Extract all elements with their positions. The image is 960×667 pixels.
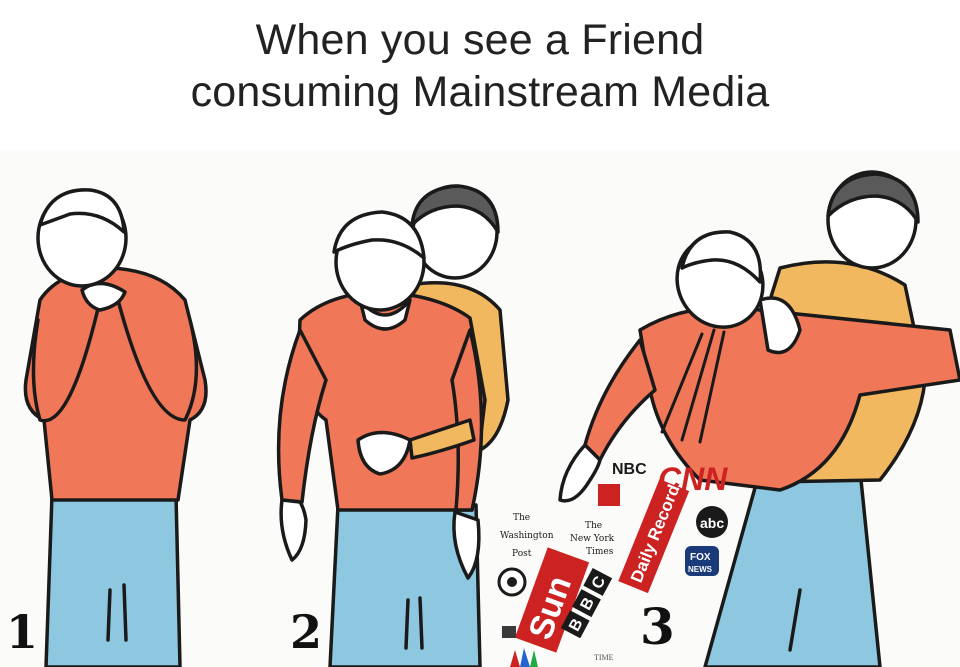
- svg-text:NEWS: NEWS: [688, 565, 713, 574]
- svg-text:Post: Post: [512, 549, 532, 559]
- svg-text:TIME: TIME: [594, 653, 614, 662]
- panel-1-number: 1: [6, 605, 38, 659]
- svg-text:NBC: NBC: [612, 461, 647, 478]
- panel-3-victim: [558, 230, 960, 503]
- media-logo-pile: NBC CNN abc FOX NEWS Daily Record Sun B …: [497, 461, 728, 667]
- svg-text:Sun: Sun: [521, 571, 579, 644]
- svg-text:FOX: FOX: [690, 552, 711, 563]
- red-square-logo: [598, 484, 620, 506]
- panel-2-victim: [276, 210, 487, 667]
- abc-logo: abc: [696, 506, 728, 538]
- time-logo: TIME: [594, 653, 614, 662]
- nbc-logo: NBC: [612, 461, 647, 478]
- nbc-peacock-logo: [510, 648, 538, 667]
- nyt-logo: The New York Times: [570, 521, 615, 557]
- svg-text:abc: abc: [700, 515, 724, 531]
- svg-text:The: The: [585, 521, 602, 531]
- panel-1-figure: [23, 188, 208, 667]
- svg-text:The: The: [513, 513, 530, 523]
- svg-text:Washington: Washington: [500, 531, 554, 541]
- svg-text:Times: Times: [586, 547, 614, 557]
- washington-post-logo: The Washington Post: [500, 513, 554, 559]
- fox-news-logo: FOX NEWS: [685, 546, 719, 576]
- panel-2-number: 2: [290, 605, 322, 659]
- panel-3-number: 3: [640, 597, 675, 656]
- heimlich-illustration: NBC CNN abc FOX NEWS Daily Record Sun B …: [6, 170, 960, 667]
- svg-text:New York: New York: [570, 534, 615, 544]
- small-dark-logo: [502, 626, 516, 638]
- daily-record-logo: Daily Record: [618, 479, 690, 594]
- cbs-eye-logo: [497, 567, 527, 597]
